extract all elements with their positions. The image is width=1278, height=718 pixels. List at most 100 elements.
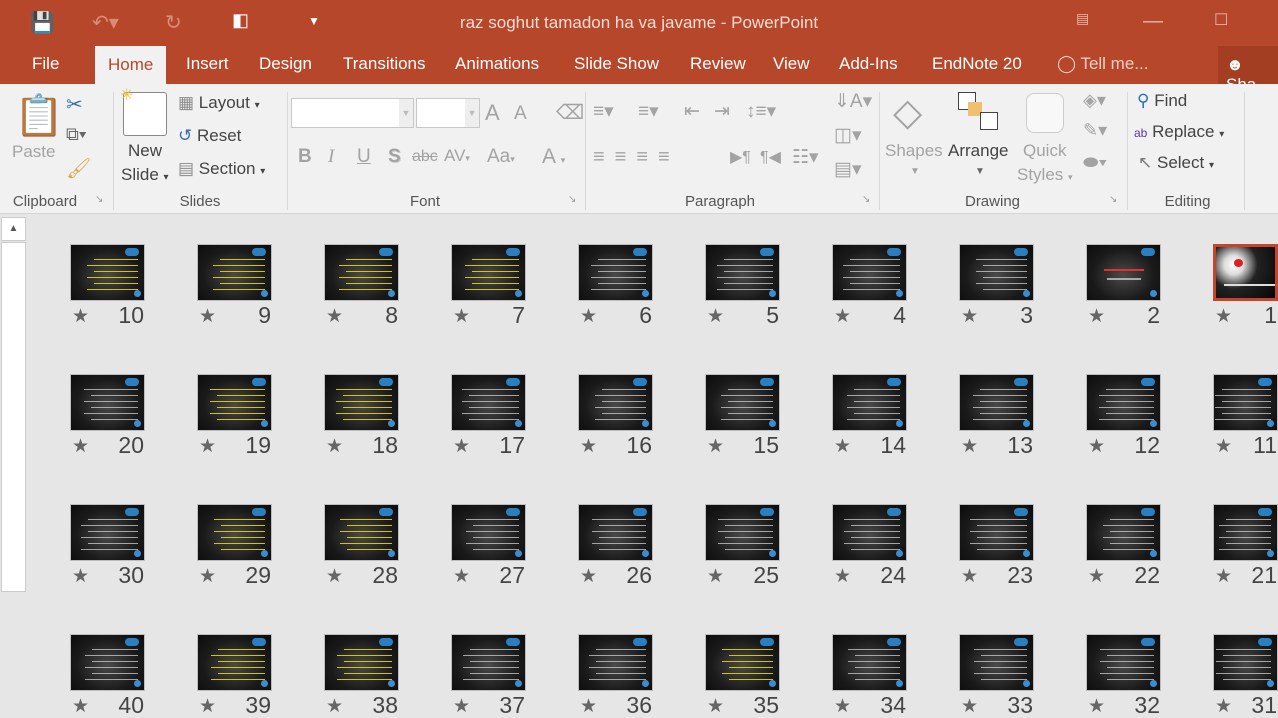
animation-star-icon[interactable]: ★ bbox=[580, 697, 597, 716]
grow-font-button[interactable]: A bbox=[485, 100, 500, 126]
character-spacing-button[interactable]: AV▾ bbox=[444, 146, 470, 166]
slide-preview[interactable] bbox=[70, 634, 145, 691]
slide-thumbnail-item[interactable]: ★ 25 bbox=[705, 504, 780, 587]
paragraph-launcher-icon[interactable]: ↘ bbox=[862, 194, 870, 205]
slide-preview[interactable] bbox=[324, 504, 399, 561]
tab-add-ins[interactable]: Add-Ins bbox=[839, 54, 898, 74]
slide-thumbnail-item[interactable]: ★ 7 bbox=[451, 244, 526, 327]
strikethrough-button[interactable]: abc bbox=[412, 148, 438, 166]
italic-button[interactable]: I bbox=[328, 146, 334, 168]
slide-preview[interactable] bbox=[578, 504, 653, 561]
slide-thumbnail-item[interactable]: ★ 4 bbox=[832, 244, 907, 327]
vertical-scrollbar[interactable]: ▲ bbox=[1, 217, 26, 717]
animation-star-icon[interactable]: ★ bbox=[453, 567, 470, 586]
slide-preview[interactable] bbox=[832, 504, 907, 561]
scrollbar-thumb[interactable] bbox=[1, 242, 26, 592]
slide-preview[interactable] bbox=[70, 374, 145, 431]
animation-star-icon[interactable]: ★ bbox=[1088, 307, 1105, 326]
animation-star-icon[interactable]: ★ bbox=[1215, 697, 1232, 716]
shape-outline-icon[interactable]: ✎▾ bbox=[1083, 120, 1107, 141]
tab-review[interactable]: Review bbox=[690, 54, 746, 74]
slide-preview[interactable] bbox=[705, 634, 780, 691]
minimize-button[interactable]: — bbox=[1143, 10, 1163, 33]
tab-view[interactable]: View bbox=[773, 54, 810, 74]
slide-thumbnail-item[interactable]: ★ 3 bbox=[959, 244, 1034, 327]
slide-preview[interactable] bbox=[1213, 244, 1278, 301]
reset-button[interactable]: ↺ Reset bbox=[178, 126, 241, 146]
quick-styles-label-1[interactable]: Quick bbox=[1023, 141, 1066, 161]
share-button[interactable]: ☻ Sha bbox=[1218, 46, 1278, 94]
animation-star-icon[interactable]: ★ bbox=[707, 437, 724, 456]
slide-thumbnail-item[interactable]: ★ 15 bbox=[705, 374, 780, 457]
section-button[interactable]: ▤ Section ▾ bbox=[178, 159, 265, 179]
slide-thumbnail-item[interactable]: ★ 20 bbox=[70, 374, 145, 457]
new-slide-button[interactable]: Slide ▾ bbox=[121, 165, 169, 185]
animation-star-icon[interactable]: ★ bbox=[834, 567, 851, 586]
animation-star-icon[interactable]: ★ bbox=[834, 437, 851, 456]
format-painter-icon[interactable]: 🖌 bbox=[66, 156, 91, 181]
increase-indent-icon[interactable]: ⇥ bbox=[714, 100, 730, 123]
slide-preview[interactable] bbox=[1086, 244, 1161, 301]
tab-insert[interactable]: Insert bbox=[186, 54, 229, 74]
arrange-icon[interactable] bbox=[958, 92, 1000, 134]
slide-thumbnail-item[interactable]: ★ 5 bbox=[705, 244, 780, 327]
slide-thumbnail-item[interactable]: ★ 29 bbox=[197, 504, 272, 587]
slide-thumbnail-item[interactable]: ★ 17 bbox=[451, 374, 526, 457]
slide-thumbnail-item[interactable]: ★ 8 bbox=[324, 244, 399, 327]
slide-thumbnail-item[interactable]: ★ 36 bbox=[578, 634, 653, 717]
font-launcher-icon[interactable]: ↘ bbox=[568, 194, 576, 205]
slide-thumbnail-item[interactable]: ★ 19 bbox=[197, 374, 272, 457]
slide-preview[interactable] bbox=[197, 244, 272, 301]
slide-preview[interactable] bbox=[959, 504, 1034, 561]
animation-star-icon[interactable]: ★ bbox=[961, 697, 978, 716]
slide-preview[interactable] bbox=[578, 244, 653, 301]
slide-thumbnail-item[interactable]: ★ 28 bbox=[324, 504, 399, 587]
animation-star-icon[interactable]: ★ bbox=[72, 697, 89, 716]
shape-fill-icon[interactable]: ◈▾ bbox=[1083, 90, 1106, 111]
slide-preview[interactable] bbox=[324, 244, 399, 301]
animation-star-icon[interactable]: ★ bbox=[834, 697, 851, 716]
decrease-indent-icon[interactable]: ⇤ bbox=[684, 100, 700, 123]
slide-preview[interactable] bbox=[959, 374, 1034, 431]
slide-thumbnail-item[interactable]: ★ 30 bbox=[70, 504, 145, 587]
animation-star-icon[interactable]: ★ bbox=[326, 307, 343, 326]
columns-icon[interactable]: ☷▾ bbox=[792, 146, 819, 169]
slide-preview[interactable] bbox=[70, 244, 145, 301]
slide-preview[interactable] bbox=[705, 244, 780, 301]
tab-transitions[interactable]: Transitions bbox=[343, 54, 426, 74]
slide-preview[interactable] bbox=[832, 244, 907, 301]
change-case-button[interactable]: Aa▾ bbox=[487, 146, 515, 168]
slide-preview[interactable] bbox=[832, 374, 907, 431]
tab-animations[interactable]: Animations bbox=[455, 54, 539, 74]
slide-thumbnail-item[interactable]: ★ 1 bbox=[1213, 244, 1278, 327]
animation-star-icon[interactable]: ★ bbox=[580, 567, 597, 586]
slide-preview[interactable] bbox=[197, 634, 272, 691]
slide-preview[interactable] bbox=[705, 504, 780, 561]
text-direction-icon[interactable]: ⇓A▾ bbox=[834, 90, 872, 113]
slide-preview[interactable] bbox=[959, 244, 1034, 301]
slide-preview[interactable] bbox=[578, 374, 653, 431]
shape-effects-icon[interactable]: ⬬▾ bbox=[1083, 152, 1107, 173]
slide-thumbnail-item[interactable]: ★ 16 bbox=[578, 374, 653, 457]
slide-preview[interactable] bbox=[578, 634, 653, 691]
new-slide-icon[interactable]: ✳ bbox=[120, 87, 167, 136]
font-color-button[interactable]: A ▾ bbox=[542, 145, 565, 169]
animation-star-icon[interactable]: ★ bbox=[1215, 437, 1232, 456]
slide-preview[interactable] bbox=[705, 374, 780, 431]
layout-button[interactable]: ▦ Layout ▾ bbox=[178, 93, 260, 113]
slide-preview[interactable] bbox=[451, 634, 526, 691]
tab-slide-show[interactable]: Slide Show bbox=[574, 54, 659, 74]
slide-thumbnail-item[interactable]: ★ 11 bbox=[1213, 374, 1278, 457]
tell-me-box[interactable]: ◯ Tell me... bbox=[1057, 54, 1148, 74]
find-button[interactable]: ⚲ Find bbox=[1137, 91, 1187, 111]
animation-star-icon[interactable]: ★ bbox=[834, 307, 851, 326]
slide-thumbnail-item[interactable]: ★ 22 bbox=[1086, 504, 1161, 587]
clipboard-launcher-icon[interactable]: ↘ bbox=[95, 194, 103, 205]
animation-star-icon[interactable]: ★ bbox=[326, 437, 343, 456]
animation-star-icon[interactable]: ★ bbox=[453, 307, 470, 326]
slide-preview[interactable] bbox=[1213, 374, 1278, 431]
quick-styles-icon[interactable] bbox=[1026, 93, 1064, 133]
animation-star-icon[interactable]: ★ bbox=[199, 437, 216, 456]
slide-thumbnail-item[interactable]: ★ 9 bbox=[197, 244, 272, 327]
shapes-icon[interactable]: ◇ bbox=[893, 90, 922, 135]
